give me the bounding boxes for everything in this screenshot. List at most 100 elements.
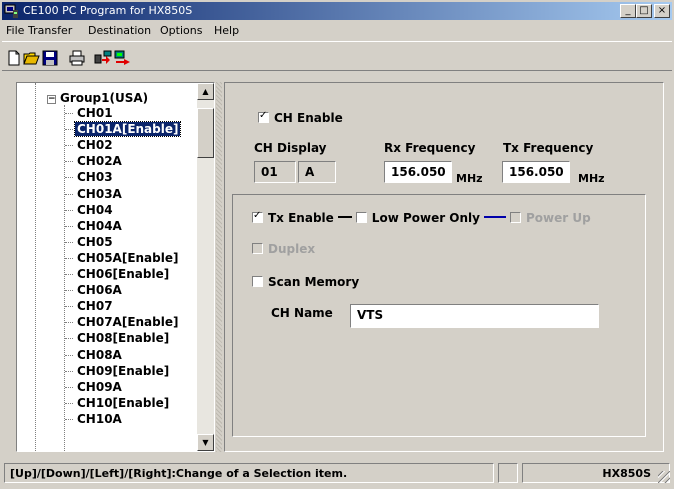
scroll-thumb[interactable]: [197, 108, 214, 158]
tree-connector: [65, 193, 73, 195]
tree-item[interactable]: CH05A[Enable]: [65, 250, 180, 266]
tree-item[interactable]: CH10A: [65, 411, 124, 427]
ch-display-suffix: A: [298, 161, 336, 183]
tree-item-label: CH08[Enable]: [77, 331, 170, 346]
tree-connector: [65, 274, 73, 275]
scan-memory-label: Scan Memory: [268, 275, 360, 289]
tree-item-label: CH05A[Enable]: [77, 250, 179, 265]
tree-item[interactable]: CH06[Enable]: [65, 267, 171, 282]
low-power-checkbox[interactable]: Low Power Only: [355, 211, 480, 225]
tree-item[interactable]: CH10[Enable]: [65, 395, 171, 411]
tx-enable-checkbox[interactable]: Tx Enable: [252, 210, 334, 225]
tree-connector: [65, 402, 73, 404]
menu-file[interactable]: File: [6, 24, 24, 37]
power-up-check-icon: [510, 212, 521, 223]
rx-frequency-field[interactable]: 156.050: [384, 161, 452, 183]
tree-item-label: CH02A: [77, 154, 122, 169]
tx-enable-label: Tx Enable: [268, 211, 334, 225]
connector-line: [484, 216, 506, 218]
tree-item-label: CH06A: [77, 283, 122, 298]
menu-bar: File Transfer Destination Options Help: [2, 21, 672, 40]
low-power-label: Low Power Only: [371, 211, 480, 225]
power-up-label: Power Up: [526, 211, 591, 225]
tree-item-label: CH01A[Enable]: [73, 121, 182, 138]
scroll-up-button[interactable]: ▲: [197, 83, 214, 100]
new-file-icon[interactable]: [5, 49, 23, 67]
tree-connector: [65, 290, 73, 292]
tree-item-label: CH10[Enable]: [77, 395, 170, 410]
tree-item[interactable]: CH09A: [65, 379, 124, 395]
tree-item[interactable]: CH06A: [65, 283, 124, 298]
close-button[interactable]: ×: [654, 4, 670, 18]
tree-item-label: CH04A: [77, 218, 122, 233]
low-power-check-icon: [355, 212, 367, 223]
tree-connector: [65, 177, 73, 179]
tree-item[interactable]: CH01A[Enable]: [65, 121, 182, 138]
title-bar[interactable]: CE100 PC Program for HX850S _ □ ×: [2, 2, 672, 20]
connector-line: [337, 216, 352, 218]
tree-item[interactable]: CH01: [65, 106, 115, 121]
tree-connector: [65, 225, 73, 227]
tree-connector: [65, 129, 73, 131]
duplex-checkbox: Duplex: [252, 242, 315, 256]
ch-name-input[interactable]: VTS: [350, 304, 599, 328]
open-folder-icon[interactable]: [23, 49, 41, 67]
tree-item[interactable]: CH08[Enable]: [65, 331, 171, 346]
tx-frequency-field[interactable]: 156.050: [502, 161, 570, 183]
tree-scrollbar[interactable]: ▲ ▼: [197, 83, 214, 451]
tree-connector: [65, 113, 73, 114]
save-icon[interactable]: [41, 49, 59, 67]
window-title: CE100 PC Program for HX850S: [23, 4, 193, 17]
tree-item-label: CH07A[Enable]: [77, 315, 179, 330]
tree-item[interactable]: CH02A: [65, 154, 124, 169]
read-from-radio-icon[interactable]: [94, 49, 112, 67]
write-to-radio-icon[interactable]: [114, 49, 132, 67]
tree-guide-line: [35, 83, 36, 451]
duplex-label: Duplex: [268, 242, 316, 256]
tx-options-row: Tx Enable Low Power Only Power Up: [252, 210, 591, 225]
channel-tree[interactable]: − Group1(USA) CH01 CH01A[Enable] CH02 CH02A C…: [16, 82, 215, 452]
tree-item[interactable]: CH07A[Enable]: [65, 315, 180, 330]
tree-connector: [65, 241, 73, 243]
tree-item[interactable]: CH07: [65, 299, 115, 314]
app-window: CE100 PC Program for HX850S _ □ × File T…: [0, 0, 674, 489]
tree-item[interactable]: CH05: [65, 235, 115, 250]
ch-display-number: 01: [254, 161, 296, 183]
scroll-down-button[interactable]: ▼: [197, 434, 214, 451]
menu-options[interactable]: Options: [160, 24, 202, 37]
ch-display-label: CH Display: [254, 141, 327, 155]
menu-destination[interactable]: Destination: [88, 24, 151, 37]
tree-item[interactable]: CH02: [65, 138, 115, 153]
tree-item[interactable]: CH04: [65, 203, 115, 218]
tree-connector: [65, 322, 73, 324]
print-icon[interactable]: [68, 49, 86, 67]
minimize-button[interactable]: _: [620, 4, 636, 18]
rx-frequency-label: Rx Frequency: [384, 141, 476, 155]
tree-item[interactable]: CH04A: [65, 218, 124, 234]
collapse-icon[interactable]: −: [47, 95, 56, 104]
ch-enable-checkbox[interactable]: CH Enable: [258, 110, 343, 125]
tree-root-group1[interactable]: − Group1(USA): [47, 91, 148, 105]
tree-connector: [65, 418, 73, 420]
tree-item-label: CH06[Enable]: [77, 267, 170, 281]
tx-enable-check-icon: [252, 210, 263, 223]
panel-splitter[interactable]: [216, 82, 222, 452]
maximize-button[interactable]: □: [636, 4, 652, 18]
resize-grip-icon[interactable]: [658, 471, 670, 483]
tree-connector: [65, 354, 73, 356]
tree-item[interactable]: CH09[Enable]: [65, 364, 171, 379]
tree-item[interactable]: CH03A: [65, 187, 124, 202]
duplex-check-icon: [252, 243, 263, 254]
tree-item-label: CH07: [77, 299, 113, 314]
tree-item-label: CH10A: [77, 411, 122, 426]
menu-transfer[interactable]: Transfer: [28, 24, 72, 37]
menu-help[interactable]: Help: [214, 24, 239, 37]
tree-item[interactable]: CH08A: [65, 347, 124, 363]
tree-connector: [65, 209, 73, 211]
tree-item-label: CH08A: [77, 347, 122, 362]
scan-memory-checkbox[interactable]: Scan Memory: [252, 275, 359, 289]
tree-item-label: CH09A: [77, 379, 122, 394]
status-pane-empty: [498, 463, 518, 483]
tree-item[interactable]: CH03: [65, 170, 115, 185]
toolbar: [2, 41, 672, 71]
